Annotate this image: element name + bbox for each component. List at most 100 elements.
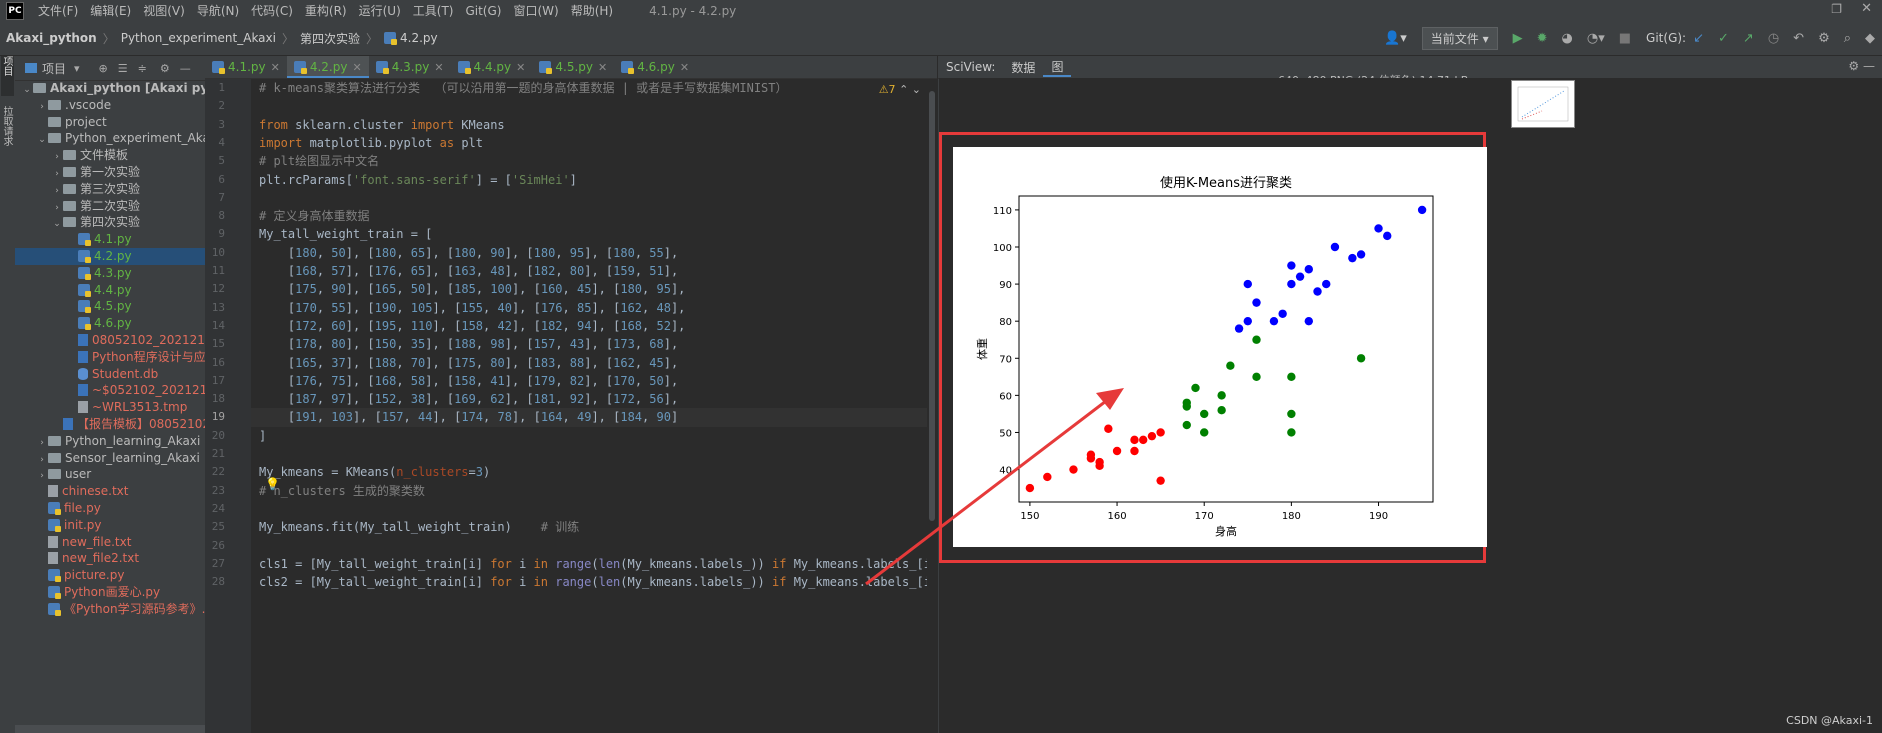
code-line[interactable]: My_kmeans = KMeans(n_clusters=3)	[259, 463, 490, 481]
code-line[interactable]: # n_clusters 生成的聚类数	[259, 482, 425, 500]
menu-file[interactable]: 文件(F)	[32, 2, 84, 19]
menu-help[interactable]: 帮助(H)	[565, 2, 619, 19]
close-tab-icon[interactable]: ✕	[680, 61, 689, 74]
next-highlight-icon[interactable]: ⌄	[912, 83, 921, 96]
tree-item[interactable]: › Sensor_learning_Akaxi	[15, 450, 205, 467]
code-line[interactable]: [187, 97], [152, 38], [169, 62], [181, 9…	[259, 390, 678, 408]
lightbulb-icon[interactable]: 💡	[265, 477, 280, 491]
menu-git[interactable]: Git(G)	[459, 4, 507, 18]
code-line[interactable]: [180, 50], [180, 65], [180, 90], [180, 9…	[259, 244, 678, 262]
close-tab-icon[interactable]: ✕	[516, 61, 525, 74]
code-line[interactable]: cls2 = [My_tall_weight_train[i] for i in…	[259, 573, 937, 591]
editor-tab-4-2[interactable]: 4.2.py ✕	[286, 56, 369, 78]
tree-item[interactable]: › user	[15, 466, 205, 483]
plot-thumbnail[interactable]	[1511, 80, 1575, 128]
tab-data[interactable]: 数据	[1003, 59, 1043, 76]
gear-icon[interactable]: ⚙	[160, 62, 170, 75]
code-editor[interactable]: 1 2 3 4 5 6 7 8 9 10 11 12 13 14 15 16 17 18 19 20 21 22 23 24 2…	[205, 79, 937, 733]
git-history-icon[interactable]: ◷	[1768, 31, 1779, 46]
tree-item[interactable]: Python画爱心.py	[15, 584, 205, 601]
tree-item[interactable]: › .vscode	[15, 97, 205, 114]
coverage-icon[interactable]: ◕	[1562, 31, 1573, 46]
breadcrumb-subfolder[interactable]: 第四次实验	[300, 30, 360, 47]
tree-item[interactable]: 4.2.py	[15, 248, 205, 265]
search-icon[interactable]: ⌕	[1844, 31, 1851, 46]
code-line[interactable]: cls1 = [My_tall_weight_train[i] for i in…	[259, 555, 937, 573]
code-line[interactable]: [178, 80], [150, 35], [188, 98], [157, 4…	[259, 335, 678, 353]
tree-item[interactable]: 4.4.py	[15, 282, 205, 299]
code-line[interactable]: [168, 57], [176, 65], [163, 48], [182, 8…	[259, 262, 678, 280]
gear-icon[interactable]: ⚙ —	[1848, 59, 1875, 73]
code-line[interactable]: [170, 55], [190, 105], [155, 40], [176, …	[259, 299, 686, 317]
run-icon[interactable]: ▶	[1513, 31, 1523, 46]
inspection-widget[interactable]: ⚠7 ⌃ ⌄	[879, 79, 921, 101]
tree-item[interactable]: 4.3.py	[15, 265, 205, 282]
code-line[interactable]: ]	[259, 427, 266, 445]
tree-item[interactable]: new_file2.txt	[15, 550, 205, 567]
tree-item[interactable]: 【报告模板】08052102_202	[15, 416, 205, 433]
editor-tab-4-6[interactable]: 4.6.py ✕	[614, 56, 696, 78]
menu-view[interactable]: 视图(V)	[137, 2, 191, 19]
close-window-icon[interactable]: ✕	[1861, 1, 1872, 16]
breadcrumb-file[interactable]: 4.2.py	[400, 31, 438, 45]
tree-item[interactable]: 《Python学习源码参考》.py	[15, 601, 205, 618]
stop-icon[interactable]: ■	[1619, 31, 1631, 46]
collapse-all-icon[interactable]: ≑	[138, 62, 147, 75]
close-tab-icon[interactable]: ✕	[352, 61, 361, 74]
tree-item[interactable]: 08052102_2021212981	[15, 332, 205, 349]
run-configuration-select[interactable]: 当前文件 ▾	[1421, 26, 1498, 50]
tree-item[interactable]: picture.py	[15, 567, 205, 584]
tree-item[interactable]: project	[15, 114, 205, 131]
editor-tab-4-5[interactable]: 4.5.py ✕	[532, 56, 614, 78]
tree-item[interactable]: new_file.txt	[15, 534, 205, 551]
tree-item[interactable]: 4.5.py	[15, 298, 205, 315]
dropdown-icon[interactable]: ▾	[74, 62, 80, 75]
restore-window-icon[interactable]: ❐	[1831, 2, 1842, 16]
tree-item[interactable]: 4.6.py	[15, 315, 205, 332]
close-tab-icon[interactable]: ✕	[271, 61, 280, 74]
debug-icon[interactable]: ✹	[1537, 31, 1548, 46]
tree-item[interactable]: › Python_learning_Akaxi	[15, 433, 205, 450]
tree-item[interactable]: file.py	[15, 500, 205, 517]
tree-item[interactable]: Python程序设计与应用报	[15, 349, 205, 366]
code-line[interactable]: # 定义身高体重数据	[259, 207, 369, 225]
tree-item[interactable]: Student.db	[15, 366, 205, 383]
editor-tab-4-3[interactable]: 4.3.py ✕	[369, 56, 451, 78]
tree-item[interactable]: 4.1.py	[15, 231, 205, 248]
tree-item[interactable]: › 第三次实验	[15, 181, 205, 198]
menu-edit[interactable]: 编辑(E)	[84, 2, 137, 19]
git-commit-icon[interactable]: ✓	[1718, 31, 1729, 46]
code-line[interactable]: from sklearn.cluster import KMeans	[259, 116, 505, 134]
editor-tab-4-1[interactable]: 4.1.py ✕	[205, 56, 287, 78]
menu-run[interactable]: 运行(U)	[353, 2, 407, 19]
code-line[interactable]: # plt绘图显示中文名	[259, 152, 379, 170]
tab-pull-requests[interactable]: 拉取请求	[1, 106, 14, 166]
tree-item[interactable]: ~$052102_2021212981	[15, 382, 205, 399]
menu-code[interactable]: 代码(C)	[245, 2, 299, 19]
tree-item[interactable]: › 第二次实验	[15, 198, 205, 215]
tab-plots[interactable]: 图	[1043, 58, 1072, 77]
code-line[interactable]: import matplotlib.pyplot as plt	[259, 134, 483, 152]
breadcrumb-folder[interactable]: Python_experiment_Akaxi	[121, 31, 276, 45]
code-line[interactable]: # k-means聚类算法进行分类 （可以沿用第一题的身高体重数据 | 或者是手…	[259, 79, 788, 97]
code-line[interactable]: [165, 37], [188, 70], [175, 80], [183, 8…	[259, 354, 678, 372]
tree-item[interactable]: › 文件模板	[15, 147, 205, 164]
locate-icon[interactable]: ⊕	[99, 62, 108, 75]
settings-icon[interactable]: ⚙	[1818, 31, 1830, 46]
menu-refactor[interactable]: 重构(R)	[299, 2, 353, 19]
code-line[interactable]: [175, 90], [165, 50], [185, 100], [160, …	[259, 280, 686, 298]
tree-item[interactable]: init.py	[15, 517, 205, 534]
code-line[interactable]: plt.rcParams['font.sans-serif'] = ['SimH…	[259, 171, 577, 189]
tree-item[interactable]: chinese.txt	[15, 483, 205, 500]
breadcrumb-project[interactable]: Akaxi_python	[6, 31, 97, 45]
prev-highlight-icon[interactable]: ⌃	[899, 83, 908, 96]
tree-item[interactable]: ⌄ 第四次实验	[15, 214, 205, 231]
rollback-icon[interactable]: ↶	[1793, 31, 1804, 46]
editor-scrollbar-thumb[interactable]	[929, 91, 935, 521]
code-line[interactable]: [176, 75], [168, 58], [158, 41], [179, 8…	[259, 372, 678, 390]
menu-tools[interactable]: 工具(T)	[407, 2, 460, 19]
git-push-icon[interactable]: ↗	[1743, 31, 1754, 46]
user-icon[interactable]: 👤▾	[1384, 31, 1407, 46]
horizontal-scrollbar[interactable]	[15, 725, 205, 733]
editor-tab-4-4[interactable]: 4.4.py ✕	[451, 56, 533, 78]
